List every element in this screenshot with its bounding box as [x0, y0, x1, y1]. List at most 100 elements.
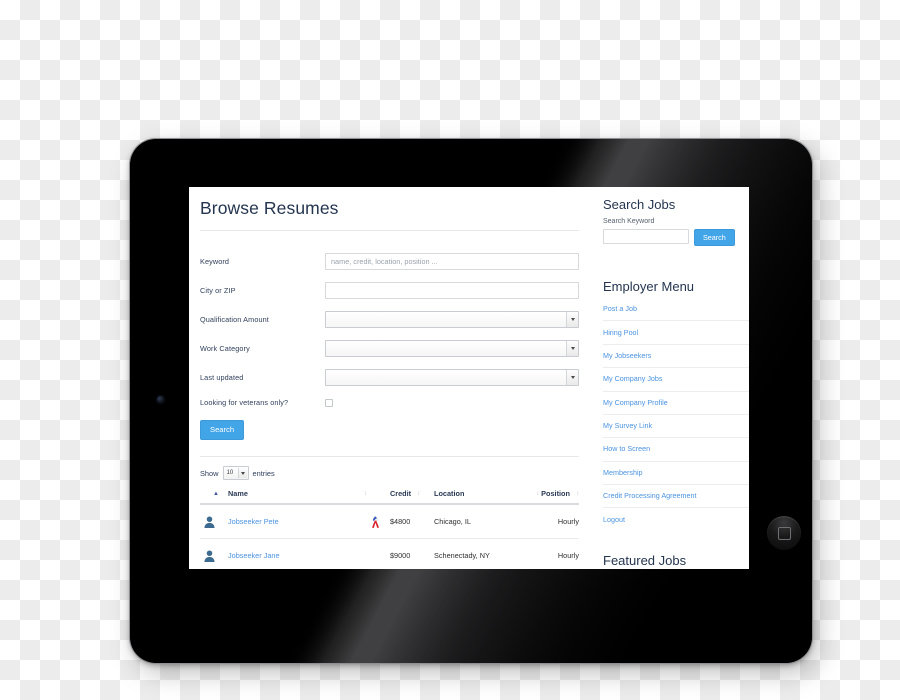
jobseeker-name-link[interactable]: Jobseeker Pete	[228, 517, 279, 526]
cell-credit: $9000	[390, 538, 434, 569]
page-size-select[interactable]: 10	[222, 466, 249, 480]
table-header-row: ▲ Name ↕ Credit ↕ Location ↕ Position ↕	[200, 489, 579, 505]
resume-search-form: Keyword City or ZIP Qualification Amount	[200, 253, 579, 440]
form-row-keyword: Keyword	[200, 253, 579, 270]
veterans-only-checkbox[interactable]	[325, 398, 333, 407]
col-header-location[interactable]: Location	[434, 489, 513, 505]
list-item: My Company Jobs	[603, 367, 749, 390]
search-button[interactable]: Search	[200, 420, 245, 440]
list-item: Credit Processing Agreement	[603, 484, 749, 507]
user-avatar-icon	[200, 538, 228, 569]
tablet-device: Browse Resumes Keyword City or ZIP Quali…	[130, 139, 812, 663]
label-qualification-amount: Qualification Amount	[200, 315, 269, 324]
col-header-position-label: Position	[541, 489, 570, 498]
sidebar-search-input[interactable]	[603, 229, 689, 244]
employer-menu-link[interactable]: My Company Jobs	[603, 368, 749, 390]
col-header-name[interactable]: Name	[228, 489, 360, 505]
cell-name: Jobseeker Jane	[228, 538, 360, 569]
form-row-last-updated: Last updated	[200, 369, 579, 386]
list-item: How to Screen	[603, 437, 749, 460]
chevron-down-icon	[566, 341, 578, 356]
employer-menu-link[interactable]: Credit Processing Agreement	[603, 485, 749, 507]
employer-menu-link[interactable]: Hiring Pool	[603, 321, 749, 343]
entries-label: entries	[252, 468, 275, 478]
sort-ascending-icon: ▲	[213, 491, 219, 498]
user-avatar-icon	[200, 504, 228, 539]
label-last-updated: Last updated	[200, 373, 244, 382]
home-button[interactable]	[767, 516, 801, 550]
employer-menu-link[interactable]: My Survey Link	[603, 415, 749, 437]
results-divider	[200, 456, 579, 457]
cell-position: Hourly	[512, 504, 579, 539]
cell-credit: $4800	[390, 504, 434, 539]
front-camera-icon	[157, 396, 164, 403]
list-item: My Jobseekers	[603, 343, 749, 367]
label-veterans-only: Looking for veterans only?	[200, 398, 289, 407]
list-item: My Survey Link	[603, 413, 749, 437]
list-item: Logout	[603, 507, 749, 530]
tablet-screen: Browse Resumes Keyword City or ZIP Quali…	[189, 187, 749, 569]
form-row-work-category: Work Category	[200, 340, 579, 357]
label-work-category: Work Category	[200, 344, 250, 353]
employer-menu-link[interactable]: Post a Job	[603, 298, 749, 320]
cell-location: Schenectady, NY	[434, 538, 513, 569]
employer-menu-link[interactable]: Membership	[603, 462, 749, 484]
cell-location: Chicago, IL	[434, 504, 513, 539]
main-content-column: Browse Resumes Keyword City or ZIP Quali…	[189, 187, 593, 569]
sort-both-icon: ↕	[417, 491, 421, 498]
form-row-city-zip: City or ZIP	[200, 282, 579, 299]
list-item: Membership	[603, 460, 749, 484]
table-row: Jobseeker Pete $4800 Chicago, IL Hourly	[200, 504, 579, 539]
last-updated-select[interactable]	[325, 369, 579, 386]
list-item: My Company Profile	[603, 390, 749, 414]
work-category-select-box	[325, 340, 579, 357]
search-jobs-title: Search Jobs	[603, 197, 676, 212]
chevron-down-icon	[566, 312, 578, 327]
resumes-table: ▲ Name ↕ Credit ↕ Location ↕ Position ↕ …	[200, 489, 579, 569]
page-title: Browse Resumes	[200, 198, 339, 218]
cell-badge-empty	[360, 538, 390, 569]
label-city-zip: City or ZIP	[200, 286, 236, 295]
col-header-credit[interactable]: Credit ↕	[390, 489, 434, 505]
label-keyword: Keyword	[200, 257, 230, 266]
list-item: Post a Job	[603, 298, 749, 320]
search-submit-row: Search	[200, 419, 579, 440]
sidebar: Search Jobs Search Keyword Search Employ…	[593, 187, 749, 569]
home-button-glyph	[777, 526, 791, 540]
sidebar-search-button[interactable]: Search	[694, 229, 735, 246]
list-item: Hiring Pool	[603, 320, 749, 343]
search-keyword-label: Search Keyword	[603, 218, 655, 225]
work-category-select[interactable]	[325, 340, 579, 357]
qualification-amount-select-box	[325, 311, 579, 328]
show-label: Show	[200, 468, 219, 478]
last-updated-select-box	[325, 369, 579, 386]
sort-both-icon: ↕	[576, 491, 579, 498]
employer-menu-link[interactable]: How to Screen	[603, 438, 749, 460]
employer-menu-link[interactable]: My Jobseekers	[603, 345, 749, 367]
jobseeker-name-link[interactable]: Jobseeker Jane	[228, 551, 280, 560]
sort-both-icon: ↕	[364, 491, 367, 498]
col-header-location-label: Location	[434, 489, 465, 498]
employer-menu-link[interactable]: Logout	[603, 508, 749, 530]
veteran-ribbon-icon	[360, 504, 390, 539]
table-head: ▲ Name ↕ Credit ↕ Location ↕ Position ↕	[200, 489, 579, 505]
col-header-name-label: Name	[228, 489, 248, 498]
chevron-down-icon	[237, 468, 247, 478]
city-zip-input[interactable]	[325, 282, 579, 299]
cell-name: Jobseeker Pete	[228, 504, 360, 539]
col-header-avatar[interactable]: ▲	[200, 489, 228, 505]
chevron-down-icon	[566, 370, 578, 385]
sort-both-icon: ↕	[536, 491, 540, 498]
keyword-input[interactable]	[325, 253, 579, 270]
title-divider	[200, 230, 579, 231]
page-size-value: 10	[226, 470, 234, 476]
col-header-position[interactable]: ↕ Position ↕	[512, 489, 579, 505]
featured-jobs-title: Featured Jobs	[603, 552, 687, 568]
employer-menu-list: Post a Job Hiring Pool My Jobseekers My Com…	[603, 298, 749, 531]
sidebar-search-row: Search	[603, 229, 749, 246]
qualification-amount-select[interactable]	[325, 311, 579, 328]
table-row: Jobseeker Jane $9000 Schenectady, NY Hourly	[200, 538, 579, 569]
employer-menu-title: Employer Menu	[603, 279, 695, 294]
col-header-badge[interactable]: ↕	[360, 489, 390, 505]
employer-menu-link[interactable]: My Company Profile	[603, 392, 749, 414]
